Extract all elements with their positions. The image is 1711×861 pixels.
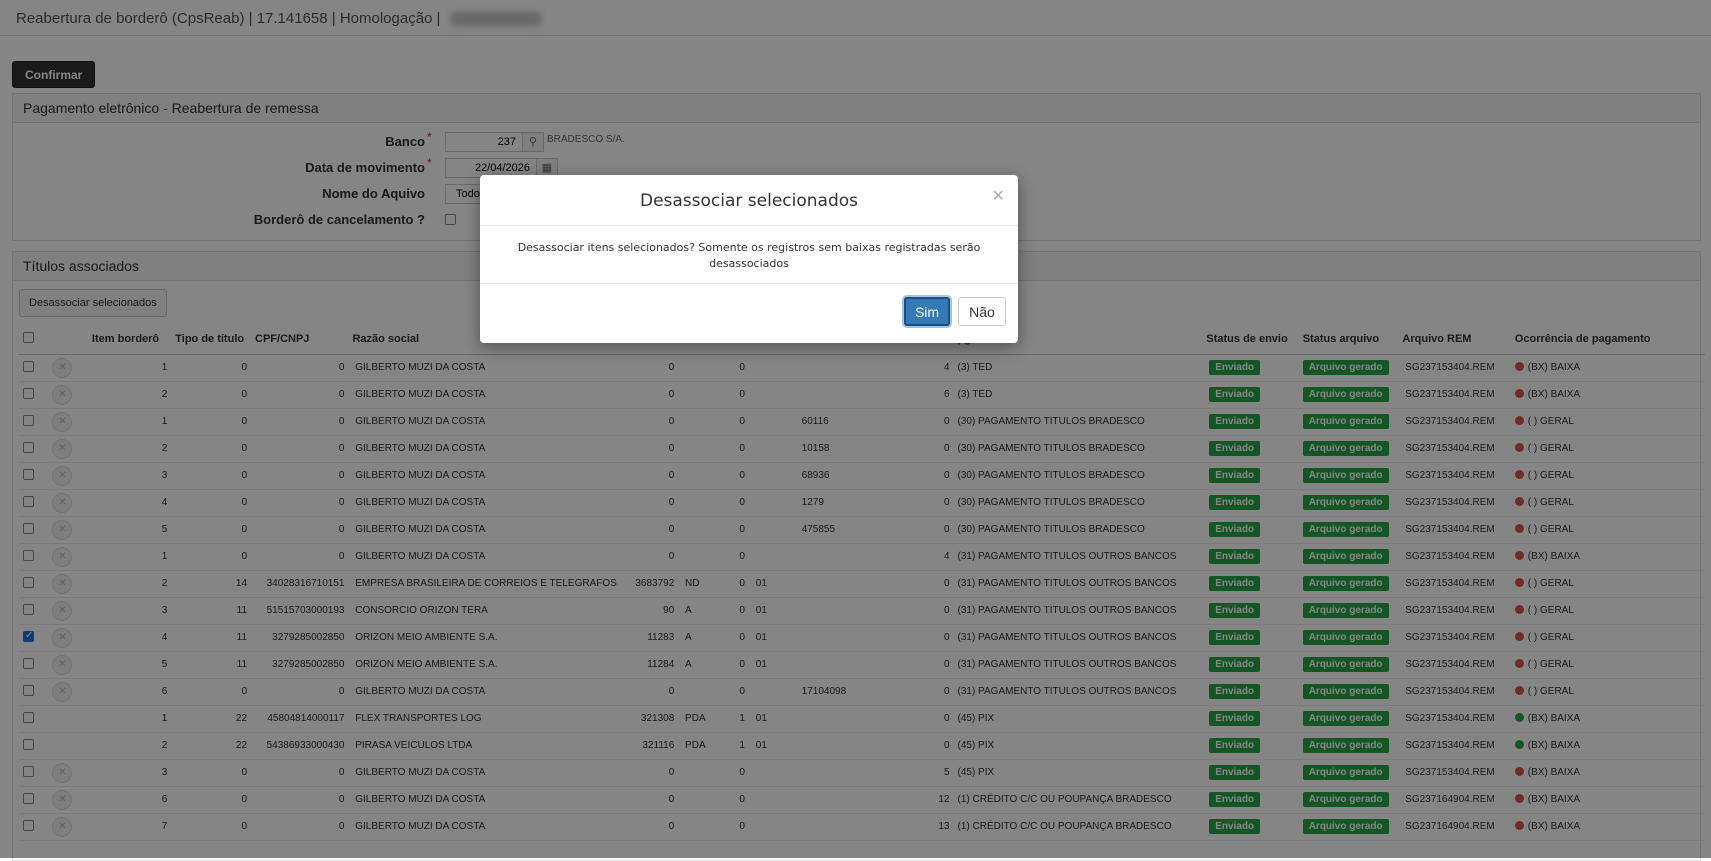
modal-backdrop[interactable] (0, 0, 1711, 858)
dialog-footer: Sim Não (480, 284, 1018, 342)
close-icon[interactable]: × (992, 185, 1004, 208)
confirm-dialog: Desassociar selecionados × Desassociar i… (480, 175, 1018, 343)
dialog-title: Desassociar selecionados (639, 191, 859, 211)
yes-button[interactable]: Sim (904, 297, 950, 326)
no-button[interactable]: Não (958, 297, 1006, 326)
dialog-message: Desassociar itens selecionados? Somente … (480, 226, 1018, 284)
dialog-header: Desassociar selecionados × (480, 175, 1018, 226)
